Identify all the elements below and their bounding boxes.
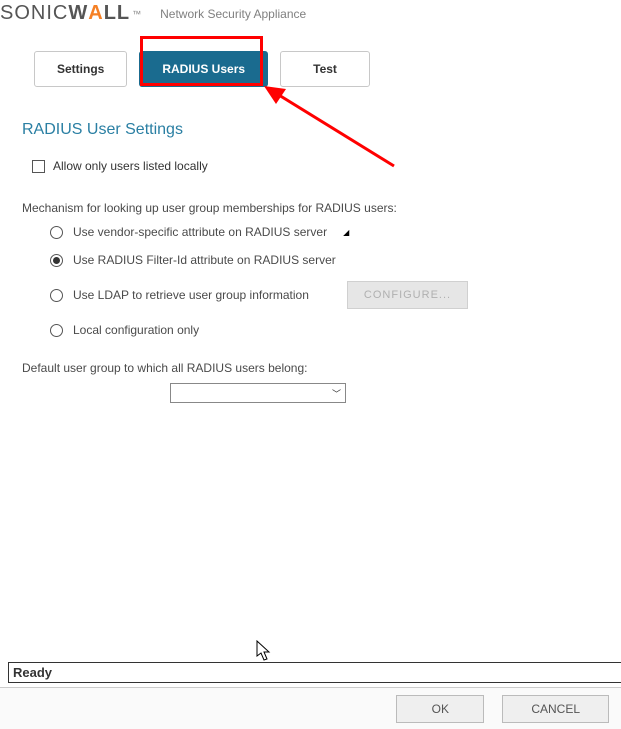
brand-logo: SONICWALL™: [0, 2, 142, 25]
tab-bar: Settings RADIUS Users Test: [0, 33, 621, 87]
section-title: RADIUS User Settings: [22, 121, 621, 139]
logo-a: A: [88, 2, 103, 25]
default-group-label: Default user group to which all RADIUS u…: [22, 361, 621, 375]
radio-local-label: Local configuration only: [73, 323, 199, 337]
caret-icon: ◢: [343, 228, 349, 237]
mechanism-label: Mechanism for looking up user group memb…: [22, 201, 621, 215]
cancel-button[interactable]: CANCEL: [502, 695, 609, 723]
ok-button[interactable]: OK: [396, 695, 484, 723]
radio-local[interactable]: [50, 324, 63, 337]
allow-local-row[interactable]: Allow only users listed locally: [32, 159, 621, 173]
cursor-icon: [256, 640, 272, 662]
status-bar: Ready: [8, 662, 621, 683]
chevron-down-icon: ﹀: [332, 387, 341, 400]
header-subtitle: Network Security Appliance: [160, 7, 306, 21]
tab-radius-users[interactable]: RADIUS Users: [139, 51, 268, 87]
tab-settings[interactable]: Settings: [34, 51, 127, 87]
radio-filter-id[interactable]: [50, 254, 63, 267]
tab-test[interactable]: Test: [280, 51, 370, 87]
radio-filter-id-label: Use RADIUS Filter-Id attribute on RADIUS…: [73, 253, 336, 267]
radio-row-filter-id[interactable]: Use RADIUS Filter-Id attribute on RADIUS…: [50, 253, 621, 267]
content-panel: RADIUS User Settings Allow only users li…: [0, 87, 621, 403]
mechanism-radio-group: Use vendor-specific attribute on RADIUS …: [50, 225, 621, 337]
radio-vendor[interactable]: [50, 226, 63, 239]
logo-wall-ll: LL: [104, 2, 130, 25]
allow-local-label: Allow only users listed locally: [53, 159, 208, 173]
logo-wall-w: W: [68, 2, 88, 25]
logo-sonic: SONIC: [0, 2, 68, 25]
default-group-select[interactable]: ﹀: [170, 383, 346, 403]
footer: OK CANCEL: [0, 687, 621, 729]
radio-ldap-label: Use LDAP to retrieve user group informat…: [73, 288, 309, 302]
radio-row-local[interactable]: Local configuration only: [50, 323, 621, 337]
allow-local-checkbox[interactable]: [32, 160, 45, 173]
radio-ldap[interactable]: [50, 289, 63, 302]
configure-button: CONFIGURE...: [347, 281, 468, 309]
radio-vendor-label: Use vendor-specific attribute on RADIUS …: [73, 225, 327, 239]
radio-row-ldap[interactable]: Use LDAP to retrieve user group informat…: [50, 281, 621, 309]
header: SONICWALL™ Network Security Appliance: [0, 0, 621, 33]
logo-tm: ™: [132, 9, 142, 19]
radio-row-vendor[interactable]: Use vendor-specific attribute on RADIUS …: [50, 225, 621, 239]
